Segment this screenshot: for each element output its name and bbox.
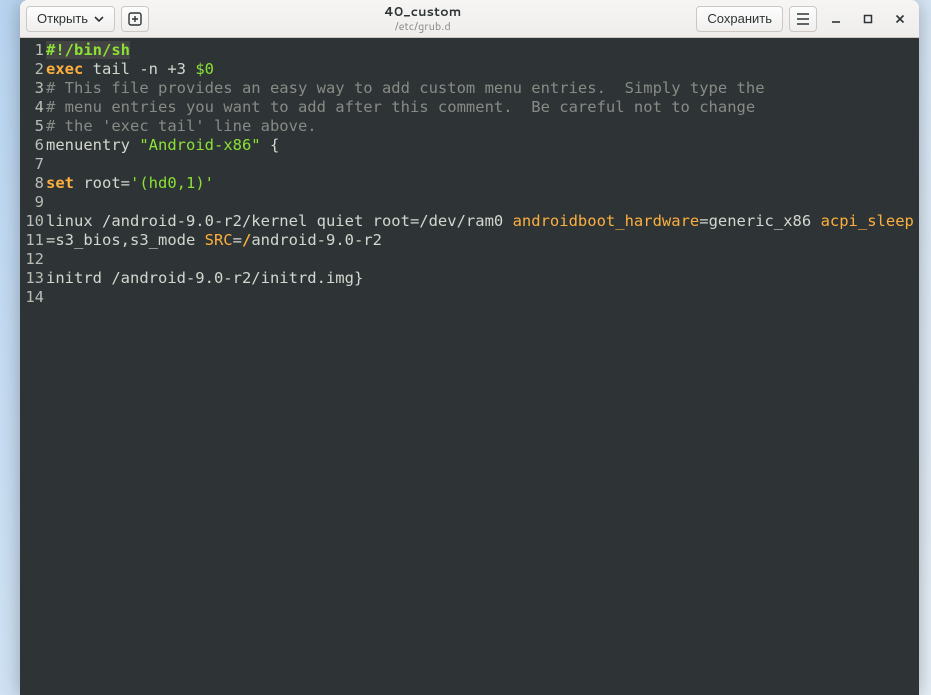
plus-box-icon: [128, 12, 142, 26]
comment-line: # menu entries you want to add after thi…: [46, 98, 755, 116]
open-button[interactable]: Открыть: [26, 6, 115, 32]
hamburger-icon: [796, 13, 810, 25]
title-area: 40_custom /etc/grub.d: [155, 5, 690, 31]
line-number: 12: [20, 250, 46, 269]
hamburger-menu-button[interactable]: [789, 6, 817, 32]
line-number: 14: [20, 288, 46, 307]
code-text: initrd /android-9.0-r2/initrd.img}: [46, 269, 363, 287]
close-button[interactable]: [887, 6, 913, 32]
code-text: =s3_bios,s3_mode: [46, 231, 205, 249]
shebang-line: #!/bin/sh: [46, 41, 130, 59]
identifier: SRC: [205, 231, 233, 249]
string: '(hd0,1)': [130, 174, 214, 192]
save-button[interactable]: Сохранить: [696, 6, 783, 32]
line-number: 9: [20, 193, 46, 212]
minimize-icon: [831, 14, 841, 24]
file-path: /etc/grub.d: [155, 20, 690, 32]
window-controls: [823, 6, 913, 32]
identifier: androidboot_hardware: [513, 212, 700, 230]
comment-line: # This file provides an easy way to add …: [46, 79, 765, 97]
maximize-button[interactable]: [855, 6, 881, 32]
line-number: 7: [20, 155, 46, 174]
variable: $0: [195, 60, 214, 78]
line-number: 8: [20, 174, 46, 193]
code-text: android-9.0-r2: [251, 231, 382, 249]
editor-area[interactable]: 1 2 3 4 5 6 7 8 9 10 11 12 13 14 #!/bin/…: [20, 38, 919, 695]
open-button-label: Открыть: [37, 10, 88, 28]
keyword: set: [46, 174, 74, 192]
code-text: root=: [74, 174, 130, 192]
code-content[interactable]: #!/bin/sh exec tail -n +3 $0 # This file…: [46, 38, 919, 695]
line-number: 3: [20, 79, 46, 98]
line-number: 10: [20, 212, 46, 231]
code-text: tail -n +3: [83, 60, 195, 78]
maximize-icon: [863, 14, 873, 24]
line-number: 5: [20, 117, 46, 136]
line-number: 1: [20, 41, 46, 60]
line-number: 6: [20, 136, 46, 155]
comment-line: # the 'exec tail' line above.: [46, 117, 317, 135]
code-text: linux /android-9.0-r2/kernel quiet root=…: [46, 212, 513, 230]
titlebar: Открыть 40_custom /etc/grub.d Сохранить: [20, 0, 919, 38]
code-text: =generic_x86: [699, 212, 820, 230]
line-number: 4: [20, 98, 46, 117]
code-text: /: [242, 231, 251, 249]
new-tab-button[interactable]: [121, 6, 149, 32]
code-text: =: [233, 231, 242, 249]
chevron-down-icon: [94, 16, 104, 22]
keyword: exec: [46, 60, 83, 78]
line-number: 2: [20, 60, 46, 79]
close-icon: [895, 14, 905, 24]
line-number: 13: [20, 269, 46, 288]
editor-window: Открыть 40_custom /etc/grub.d Сохранить: [20, 0, 919, 695]
code-text: {: [261, 136, 280, 154]
code-text: menuentry: [46, 136, 139, 154]
identifier: acpi_sleep: [821, 212, 914, 230]
string: "Android-x86": [139, 136, 260, 154]
line-gutter: 1 2 3 4 5 6 7 8 9 10 11 12 13 14: [20, 38, 46, 695]
minimize-button[interactable]: [823, 6, 849, 32]
line-number: 11: [20, 231, 46, 250]
